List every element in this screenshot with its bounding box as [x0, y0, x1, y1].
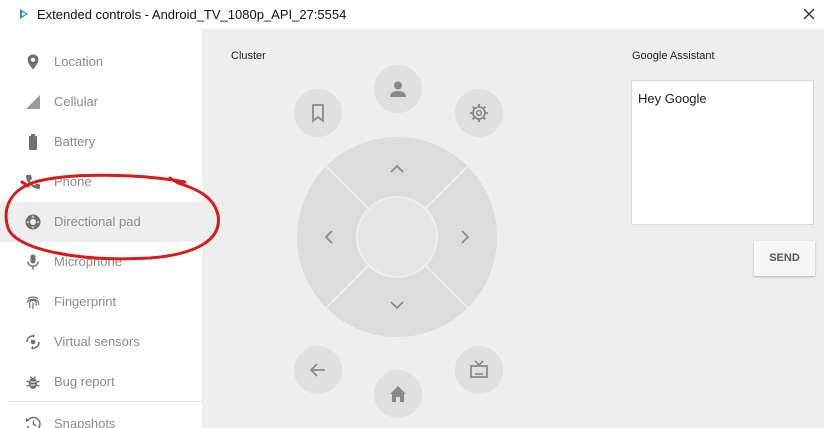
- bug-icon: [26, 376, 40, 389]
- fingerprint-icon: [26, 296, 40, 309]
- sidebar-item-cellular[interactable]: Cellular: [0, 82, 202, 122]
- rotate-icon: [26, 334, 40, 350]
- send-button[interactable]: SEND: [754, 241, 815, 276]
- sidebar-item-label: Microphone: [54, 254, 122, 269]
- sidebar-item-label: Cellular: [54, 94, 99, 109]
- assistant-input[interactable]: Hey Google: [631, 80, 814, 225]
- settings-button[interactable]: [455, 89, 503, 137]
- cluster-label: Cluster: [231, 50, 266, 62]
- google-assistant-label: Google Assistant: [632, 50, 715, 62]
- back-arrow-icon: [309, 363, 325, 377]
- location-pin-icon: [27, 54, 39, 70]
- battery-icon: [29, 134, 37, 150]
- title-bar: Extended controls - Android_TV_1080p_API…: [0, 0, 824, 29]
- emulator-app-icon: [20, 9, 28, 19]
- sidebar-item-virtual-sensors[interactable]: Virtual sensors: [0, 322, 202, 362]
- sidebar-item-label: Bug report: [54, 374, 115, 389]
- bookmark-button[interactable]: [294, 89, 342, 137]
- sidebar-item-snapshots[interactable]: Snapshots: [0, 404, 202, 428]
- sidebar-item-label: Directional pad: [54, 214, 141, 229]
- gear-icon: [470, 104, 488, 122]
- sidebar-item-location[interactable]: Location: [0, 42, 202, 82]
- phone-icon: [26, 175, 40, 189]
- sidebar-item-directional-pad[interactable]: Directional pad: [0, 202, 202, 242]
- back-button[interactable]: [294, 346, 342, 394]
- sidebar-item-label: Snapshots: [54, 416, 116, 428]
- tv-icon: [470, 360, 488, 378]
- sidebar-item-battery[interactable]: Battery: [0, 122, 202, 162]
- bookmark-icon: [312, 104, 324, 123]
- microphone-icon: [27, 254, 39, 270]
- sidebar: Location Cellular Battery Phone Directio…: [0, 29, 202, 428]
- dpad-icon: [25, 214, 41, 230]
- signal-icon: [26, 95, 40, 109]
- sidebar-item-label: Phone: [54, 174, 92, 189]
- close-icon[interactable]: [798, 3, 820, 25]
- profile-button[interactable]: [374, 65, 422, 113]
- assistant-input-text: Hey Google: [638, 91, 707, 106]
- directional-pad: [297, 137, 497, 337]
- home-button[interactable]: [374, 370, 422, 418]
- sidebar-item-label: Location: [54, 54, 104, 69]
- sidebar-item-fingerprint[interactable]: Fingerprint: [0, 282, 202, 322]
- sidebar-item-label: Fingerprint: [54, 294, 117, 309]
- home-icon: [390, 386, 406, 402]
- main-panel: Cluster Google Assistant Hey Google SEND: [202, 29, 824, 428]
- sidebar-item-phone[interactable]: Phone: [0, 162, 202, 202]
- dpad-center-button[interactable]: [356, 196, 438, 278]
- person-icon: [390, 81, 406, 97]
- sidebar-item-label: Battery: [54, 134, 96, 149]
- sidebar-item-label: Virtual sensors: [54, 334, 140, 349]
- sidebar-item-bug-report[interactable]: Bug report: [0, 362, 202, 402]
- window-title: Extended controls - Android_TV_1080p_API…: [37, 7, 347, 22]
- sidebar-divider: [8, 401, 202, 402]
- sidebar-item-microphone[interactable]: Microphone: [0, 242, 202, 282]
- tv-button[interactable]: [455, 346, 503, 394]
- history-icon: [26, 416, 41, 428]
